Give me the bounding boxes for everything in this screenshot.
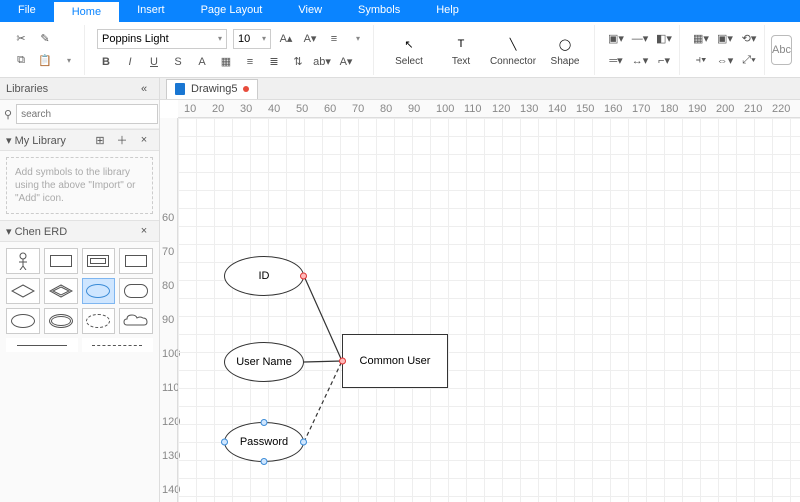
font-size-select[interactable]: 10 ▾ — [233, 29, 271, 49]
palette-weak-relation[interactable] — [44, 278, 78, 304]
palette-multi-attr[interactable] — [44, 308, 78, 334]
palette-entity2[interactable] — [119, 248, 153, 274]
palette-person[interactable] — [6, 248, 40, 274]
entity-common[interactable]: Common User — [342, 334, 448, 388]
libraries-header: Libraries « — [0, 78, 159, 100]
palette-derived-attr[interactable] — [82, 308, 116, 334]
document-icon — [175, 83, 185, 95]
text-tool[interactable]: TText — [438, 32, 484, 67]
arrow-style-icon[interactable]: ↔▾ — [631, 52, 649, 70]
palette-attribute2[interactable] — [119, 278, 153, 304]
align-center-icon[interactable]: ≣ — [265, 53, 283, 71]
search-input[interactable] — [16, 104, 158, 124]
highlight-icon[interactable]: ▦ — [217, 53, 235, 71]
clipboard-dropdown-icon[interactable]: ▾ — [60, 52, 78, 70]
entity-user[interactable]: User Name — [224, 342, 304, 382]
canvas[interactable]: ID User Name Password Common User — [178, 118, 800, 502]
document-tabs: Drawing5 — [160, 78, 800, 100]
cut-icon[interactable]: ✂ — [12, 30, 30, 48]
connector-tool[interactable]: ╲Connector — [490, 32, 536, 67]
entity-id[interactable]: ID — [224, 256, 304, 296]
horizontal-ruler: 1020304050607080901001101201301401501601… — [178, 100, 800, 118]
text-color-icon[interactable]: A — [193, 53, 211, 71]
line-spacing-icon[interactable]: ⇅ — [289, 53, 307, 71]
copy-icon[interactable]: ⧉ — [12, 52, 30, 70]
group-icon[interactable]: ▣▾ — [716, 30, 734, 48]
menu-symbols[interactable]: Symbols — [340, 0, 418, 22]
tab-drawing5[interactable]: Drawing5 — [166, 79, 258, 99]
corner-icon[interactable]: ⌐▾ — [655, 52, 673, 70]
menu-insert[interactable]: Insert — [119, 0, 183, 22]
add-icon[interactable]: ＋ — [113, 131, 131, 149]
size-icon[interactable]: ⤢▾ — [740, 52, 758, 70]
decrease-font-icon[interactable]: A▾ — [301, 30, 319, 48]
underline-icon[interactable]: U — [145, 53, 163, 71]
increase-font-icon[interactable]: A▴ — [277, 30, 295, 48]
import-icon[interactable]: ⊞ — [91, 131, 109, 149]
palette-cloud[interactable] — [119, 308, 153, 334]
align-icon[interactable]: ⫞▾ — [692, 52, 710, 70]
palette-attribute[interactable] — [82, 278, 116, 304]
cursor-icon: ↖ — [404, 32, 413, 56]
close-section-icon[interactable]: × — [135, 131, 153, 149]
line-weight-icon[interactable]: ═▾ — [607, 52, 625, 70]
menu-bar: FileHomeInsertPage LayoutViewSymbolsHelp — [0, 0, 800, 22]
select-tool[interactable]: ↖Select — [386, 32, 432, 67]
format-painter-icon[interactable]: ✎ — [36, 30, 54, 48]
search-icon: ⚲ — [4, 105, 12, 123]
my-library-header[interactable]: ▾ My Library ⊞ ＋ × — [0, 129, 159, 151]
shape-palette — [0, 242, 159, 358]
arrange-icon[interactable]: ▦▾ — [692, 30, 710, 48]
shape-icon: ◯ — [559, 32, 571, 56]
library-hint: Add symbols to the library using the abo… — [6, 157, 153, 214]
shape-tool[interactable]: ◯Shape — [542, 32, 588, 67]
super-sub-icon[interactable]: A▾ — [337, 53, 355, 71]
line-style-icon[interactable]: —▾ — [631, 30, 649, 48]
palette-key-attr[interactable] — [6, 308, 40, 334]
entity-pass[interactable]: Password — [224, 422, 304, 462]
tool-label: Select — [395, 56, 423, 67]
strikethrough-icon[interactable]: S — [169, 53, 187, 71]
menu-view[interactable]: View — [280, 0, 340, 22]
vertical-ruler: 60708090100110120130140150160170 — [160, 118, 178, 502]
chevron-down-icon: ▾ — [262, 34, 266, 43]
chevron-down-icon: ▾ — [349, 30, 367, 48]
fill-icon[interactable]: ▣▾ — [607, 30, 625, 48]
tab-label: Drawing5 — [191, 83, 237, 95]
chevron-down-icon: ▾ — [218, 34, 222, 43]
distribute-icon[interactable]: ⇔▾ — [716, 52, 734, 70]
palette-line-dashed[interactable] — [82, 338, 154, 352]
menu-home[interactable]: Home — [54, 0, 119, 22]
italic-icon[interactable]: I — [121, 53, 139, 71]
align-left-icon[interactable]: ≡ — [241, 53, 259, 71]
case-icon[interactable]: ab▾ — [313, 53, 331, 71]
connector-icon: ╲ — [510, 32, 517, 56]
font-family-select[interactable]: Poppins Light ▾ — [97, 29, 227, 49]
chen-erd-header[interactable]: ▾ Chen ERD × — [0, 220, 159, 242]
paste-icon[interactable]: 📋 — [36, 52, 54, 70]
dirty-indicator-icon — [243, 86, 249, 92]
palette-relation[interactable] — [6, 278, 40, 304]
tool-label: Text — [452, 56, 470, 67]
palette-line-solid[interactable] — [6, 338, 78, 352]
bold-icon[interactable]: B — [97, 53, 115, 71]
font-family-value: Poppins Light — [102, 33, 169, 45]
shadow-icon[interactable]: ◧▾ — [655, 30, 673, 48]
style-preview[interactable]: Abc — [771, 35, 792, 65]
ribbon: ✂ ✎ ⧉ 📋 ▾ Poppins Light ▾ 10 ▾ A▴ A▾ ≡ ▾ B… — [0, 22, 800, 78]
close-section-icon[interactable]: × — [135, 222, 153, 240]
bullets-icon[interactable]: ≡ — [325, 30, 343, 48]
menu-file[interactable]: File — [0, 0, 54, 22]
menu-page-layout[interactable]: Page Layout — [183, 0, 281, 22]
text-icon: T — [458, 32, 465, 56]
tool-label: Shape — [551, 56, 580, 67]
palette-entity[interactable] — [44, 248, 78, 274]
tool-label: Connector — [490, 56, 536, 67]
palette-weak-entity[interactable] — [82, 248, 116, 274]
font-size-value: 10 — [238, 33, 250, 45]
collapse-icon[interactable]: « — [135, 80, 153, 98]
rotate-icon[interactable]: ⟲▾ — [740, 30, 758, 48]
menu-help[interactable]: Help — [418, 0, 477, 22]
